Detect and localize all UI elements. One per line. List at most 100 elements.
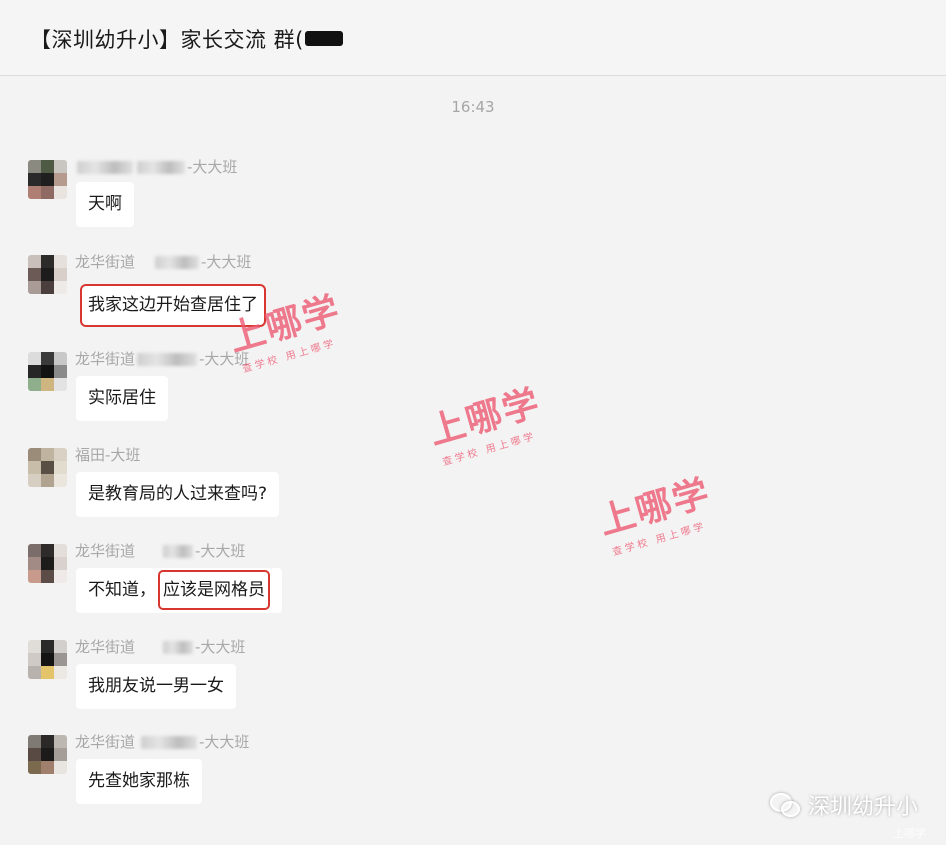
avatar[interactable] [28,640,67,679]
avatar-pixel [54,268,67,281]
avatar-pixel [41,160,54,173]
avatar-pixel [41,735,54,748]
redacted-name [163,641,194,654]
avatar-pixel [41,761,54,774]
redacted-name [137,161,185,174]
avatar-pixel [28,160,41,173]
avatar-pixel [28,735,41,748]
avatar-pixel [41,255,54,268]
avatar-pixel [28,640,41,653]
avatar-pixel [54,448,67,461]
avatar-pixel [28,281,41,294]
avatar-pixel [41,748,54,761]
avatar-pixel [54,748,67,761]
avatar[interactable] [28,160,67,199]
message-bubble[interactable]: 是教育局的人过来查吗? [76,472,280,517]
redacted-group-number [305,31,343,46]
avatar-pixel [28,557,41,570]
sender-name: 福田-大班 [75,446,141,464]
avatar[interactable] [28,448,67,487]
avatar-pixel [54,160,67,173]
wechat-icon [769,793,800,817]
sender-name: 龙华街道 -大大班 [75,350,250,368]
watermark: 上哪学 查学校 用上哪学 [594,472,716,559]
chat-header: 【深圳幼升小】家长交流 群( [0,0,946,76]
avatar-pixel [54,474,67,487]
avatar-pixel [41,186,54,199]
sender-name: 龙华街道 -大大班 [75,638,246,656]
message-bubble[interactable]: 我朋友说一男一女 [76,664,236,709]
avatar-pixel [41,461,54,474]
highlighted-phrase: 应该是网格员 [158,570,270,610]
avatar-pixel [41,352,54,365]
brand-subtitle: 上哪学 [893,827,926,840]
message-bubble[interactable]: 不知道， 应该是网格员 [76,568,282,613]
avatar-pixel [54,761,67,774]
sender-name: 龙华街道 -大大班 [75,253,252,271]
avatar-pixel [28,761,41,774]
avatar-pixel [41,448,54,461]
message-bubble[interactable]: 先查她家那栋 [76,759,202,804]
avatar[interactable] [28,735,67,774]
avatar-pixel [28,666,41,679]
avatar-pixel [41,173,54,186]
avatar-pixel [41,268,54,281]
avatar-pixel [54,365,67,378]
avatar-pixel [28,268,41,281]
redacted-name [137,353,198,366]
avatar-pixel [54,378,67,391]
avatar-pixel [28,365,41,378]
avatar-pixel [41,474,54,487]
avatar-pixel [41,378,54,391]
avatar[interactable] [28,544,67,583]
brand-watermark: 深圳幼升小 [769,789,918,821]
redacted-name [77,161,133,174]
avatar-pixel [41,281,54,294]
brand-name: 深圳幼升小 [807,795,918,820]
avatar[interactable] [28,255,67,294]
sender-name: 龙华街道 -大大班 [75,733,250,751]
avatar-pixel [54,173,67,186]
avatar-pixel [41,653,54,666]
watermark: 上哪学 查学校 用上哪学 [424,382,546,469]
sender-name: -大大班 [75,156,237,177]
avatar-pixel [54,461,67,474]
avatar-pixel [28,474,41,487]
avatar-pixel [54,544,67,557]
avatar-pixel [28,378,41,391]
avatar[interactable] [28,352,67,391]
avatar-pixel [28,448,41,461]
avatar-pixel [28,255,41,268]
message-bubble-highlighted[interactable]: 我家这边开始查居住了 [80,284,266,327]
avatar-pixel [54,557,67,570]
message-timestamp: 16:43 [451,98,495,116]
chat-title: 【深圳幼升小】家长交流 群( [30,28,304,52]
avatar-pixel [41,666,54,679]
avatar-pixel [54,653,67,666]
avatar-pixel [41,557,54,570]
avatar-pixel [54,186,67,199]
avatar-pixel [28,748,41,761]
avatar-pixel [28,461,41,474]
redacted-name [163,545,194,558]
avatar-pixel [28,570,41,583]
avatar-pixel [28,653,41,666]
message-bubble[interactable]: 天啊 [76,182,134,227]
avatar-pixel [54,255,67,268]
avatar-pixel [54,666,67,679]
avatar-pixel [41,570,54,583]
avatar-pixel [54,352,67,365]
avatar-pixel [28,173,41,186]
redacted-name [141,736,198,749]
avatar-pixel [41,365,54,378]
avatar-pixel [54,570,67,583]
redacted-name [155,256,200,269]
avatar-pixel [41,640,54,653]
avatar-pixel [28,186,41,199]
avatar-pixel [28,544,41,557]
message-bubble[interactable]: 实际居住 [76,376,168,421]
avatar-pixel [54,640,67,653]
avatar-pixel [54,735,67,748]
avatar-pixel [54,281,67,294]
sender-name: 龙华街道 -大大班 [75,542,246,560]
